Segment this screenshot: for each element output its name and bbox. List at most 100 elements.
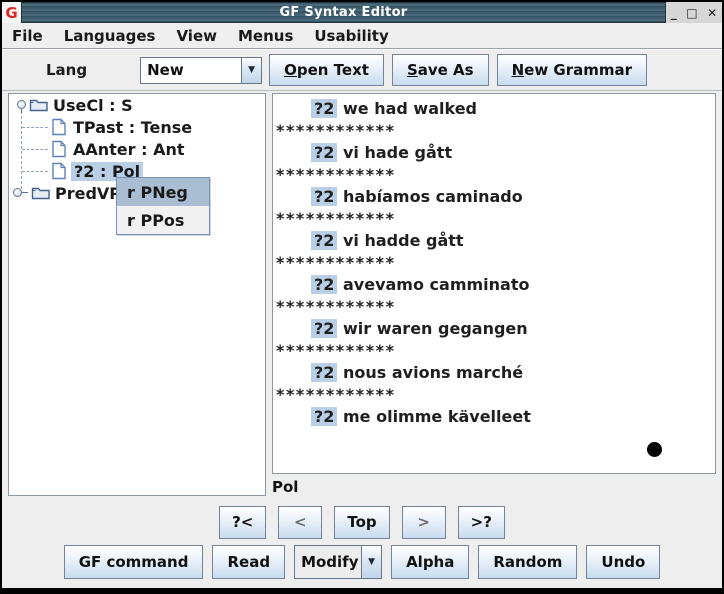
tree-node-tpast[interactable]: TPast : Tense — [9, 116, 192, 138]
metavariable-token: ?2 — [311, 319, 337, 338]
lang-combobox[interactable]: New ▼ — [140, 57, 262, 84]
gf-logo-icon: G — [2, 2, 21, 23]
tree-handle-stem — [22, 192, 28, 193]
metavariable-token: ?2 — [311, 407, 337, 426]
toolbar: Lang New ▼ Open Text Save As New Grammar — [2, 49, 722, 91]
metavariable-token: ?2 — [311, 363, 337, 382]
alpha-button[interactable]: Alpha — [391, 545, 469, 579]
new-grammar-mnemonic: N — [512, 61, 525, 79]
output-line-finnish: ?2 me olimme kävelleet — [273, 407, 715, 429]
folder-icon — [31, 185, 51, 204]
menu-usability[interactable]: Usability — [314, 27, 388, 45]
document-icon — [51, 140, 67, 162]
main-area: UseCl : S TPast : Tense AAnter : Ant — [2, 91, 722, 501]
titlebar[interactable]: GF Syntax Editor — [21, 2, 666, 23]
popup-item-pneg[interactable]: r PNeg — [117, 178, 209, 206]
sentence-text: we had walked — [343, 99, 477, 118]
sentence-text: habíamos caminado — [343, 187, 523, 206]
separator-line: ************ — [273, 341, 715, 363]
navigation-row: ?< < Top > >? — [2, 501, 722, 543]
output-line-swedish: ?2 vi hade gått — [273, 143, 715, 165]
separator-line: ************ — [273, 297, 715, 319]
chevron-down-icon[interactable]: ▼ — [241, 58, 261, 83]
save-as-mnemonic: S — [407, 61, 418, 79]
separator-line: ************ — [273, 209, 715, 231]
sentence-text: nous avions marché — [343, 363, 523, 382]
popup-item-ppos[interactable]: r PPos — [117, 206, 209, 234]
read-button[interactable]: Read — [212, 545, 285, 579]
output-line-english: ?2 we had walked — [273, 99, 715, 121]
separator-line: ************ — [273, 121, 715, 143]
tree-expanded-handle-icon[interactable] — [17, 100, 26, 109]
output-line-spanish: ?2 habíamos caminado — [273, 187, 715, 209]
tree-node-label: TPast : Tense — [73, 118, 192, 137]
gf-command-button[interactable]: GF command — [64, 545, 204, 579]
menu-view[interactable]: View — [176, 27, 217, 45]
status-strip: Pol — [272, 476, 718, 498]
metavariable-token: ?2 — [311, 231, 337, 250]
title-row: G GF Syntax Editor _ □ ✕ — [2, 2, 722, 23]
sentence-text: vi hade gått — [343, 143, 452, 162]
chevron-down-icon[interactable]: ▼ — [361, 546, 381, 578]
new-grammar-post: ew Grammar — [524, 61, 632, 79]
separator-line: ************ — [273, 253, 715, 275]
cursor-dot — [647, 442, 662, 457]
output-line-norwegian: ?2 vi hadde gått — [273, 231, 715, 253]
metavariable-token: ?2 — [311, 187, 337, 206]
linearization-output-panel[interactable]: ?2 we had walked ************ ?2 vi hade… — [272, 93, 716, 474]
refinement-popup-menu: r PNeg r PPos — [116, 177, 210, 235]
prev-button[interactable]: < — [278, 506, 322, 539]
gf-logo-letter: G — [5, 4, 17, 22]
folder-icon — [29, 97, 49, 116]
status-label: Pol — [272, 478, 298, 496]
tree-node-label: PredVP — [55, 184, 121, 203]
open-text-mnemonic: O — [284, 61, 297, 79]
output-line-italian: ?2 avevamo camminato — [273, 275, 715, 297]
new-grammar-button[interactable]: New Grammar — [497, 54, 647, 86]
gf-syntax-editor-window: G GF Syntax Editor _ □ ✕ File Languages … — [0, 0, 724, 594]
document-icon — [51, 162, 67, 184]
open-text-post: pen Text — [297, 61, 369, 79]
sentence-text: wir waren gegangen — [343, 319, 528, 338]
modify-combobox[interactable]: Modify ▼ — [294, 545, 382, 579]
sentence-text: me olimme kävelleet — [343, 407, 531, 426]
undo-button[interactable]: Undo — [586, 545, 660, 579]
window-title: GF Syntax Editor — [279, 5, 407, 20]
sentence-text: vi hadde gått — [343, 231, 464, 250]
save-as-button[interactable]: Save As — [392, 54, 489, 86]
command-row: GF command Read Modify ▼ Alpha Random Un… — [2, 543, 722, 589]
maximize-icon[interactable]: □ — [686, 7, 697, 19]
menu-menus[interactable]: Menus — [238, 27, 293, 45]
tree-node-predvp[interactable]: PredVP — [9, 182, 121, 204]
tree-node-label: AAnter : Ant — [73, 140, 185, 159]
random-button[interactable]: Random — [478, 545, 577, 579]
tree-node-usecl[interactable]: UseCl : S — [9, 94, 133, 116]
syntax-tree-panel[interactable]: UseCl : S TPast : Tense AAnter : Ant — [8, 93, 266, 496]
metavariable-token: ?2 — [311, 275, 337, 294]
menu-languages[interactable]: Languages — [64, 27, 156, 45]
sentence-text: avevamo camminato — [343, 275, 529, 294]
separator-line: ************ — [273, 165, 715, 187]
metavariable-token: ?2 — [311, 99, 337, 118]
next-button[interactable]: > — [402, 506, 446, 539]
tree-node-label: UseCl : S — [53, 96, 133, 115]
tree-collapsed-handle-icon[interactable] — [13, 188, 22, 197]
prev-metavariable-button[interactable]: ?< — [219, 506, 266, 539]
output-line-french: ?2 nous avions marché — [273, 363, 715, 385]
metavariable-token: ?2 — [311, 143, 337, 162]
top-button[interactable]: Top — [334, 506, 389, 539]
window-controls: _ □ ✕ — [666, 2, 722, 23]
tree-node-aanter[interactable]: AAnter : Ant — [9, 138, 185, 160]
output-line-german: ?2 wir waren gegangen — [273, 319, 715, 341]
tree-handle-stem — [21, 109, 22, 113]
document-icon — [51, 118, 67, 140]
close-icon[interactable]: ✕ — [707, 7, 717, 19]
modify-combobox-value: Modify — [295, 546, 361, 578]
open-text-button[interactable]: Open Text — [269, 54, 384, 86]
minimize-icon[interactable]: _ — [671, 7, 677, 19]
lang-combobox-value: New — [141, 58, 241, 83]
next-metavariable-button[interactable]: >? — [458, 506, 505, 539]
lang-label: Lang — [46, 61, 87, 79]
menu-file[interactable]: File — [12, 27, 43, 45]
save-as-post: ave As — [418, 61, 474, 79]
